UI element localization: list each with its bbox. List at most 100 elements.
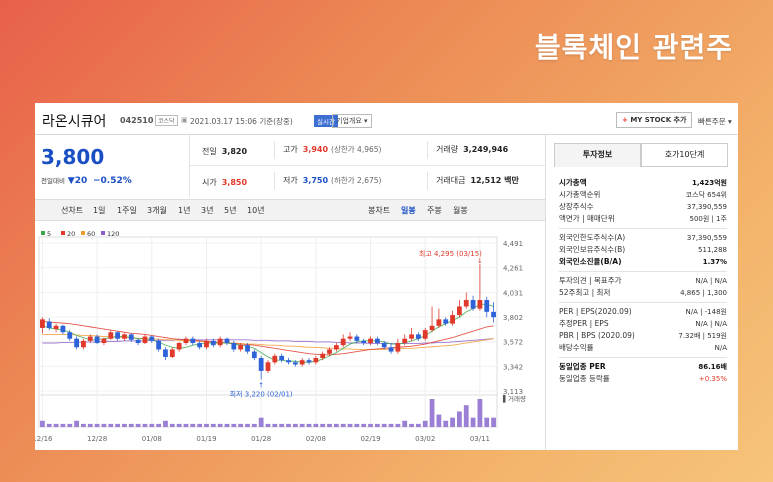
info-row: 추정PER | EPS N/A | N/A xyxy=(559,318,727,330)
min-price-label: 최저 3,220 (02/01) xyxy=(230,390,293,399)
company-info-button[interactable]: 기업개요 ▾ xyxy=(332,114,372,128)
volume-bar xyxy=(340,423,346,427)
period-1w[interactable]: 1주일 xyxy=(117,205,137,216)
candle-body xyxy=(368,338,373,343)
volume-bar xyxy=(183,423,189,427)
candle-body xyxy=(443,319,449,324)
candle-body xyxy=(484,300,490,312)
volume-bar xyxy=(217,423,223,427)
candle-body xyxy=(333,345,339,350)
type-candle[interactable]: 봉차트 xyxy=(368,205,390,216)
info-row: 외국인소진율(B/A) 1.37% xyxy=(559,256,727,268)
candle-body xyxy=(327,349,332,354)
candle-body xyxy=(245,345,250,352)
volume-bar xyxy=(327,423,332,427)
candle-body xyxy=(265,362,271,371)
volume-bar xyxy=(450,417,455,427)
quick-order-button[interactable]: 빠른주문 ▾ xyxy=(698,116,732,127)
candle-body xyxy=(53,325,59,330)
candle-body xyxy=(156,340,162,350)
candle-body xyxy=(402,338,408,343)
volume-bar xyxy=(265,423,271,427)
info-divider xyxy=(559,228,727,229)
candle-body xyxy=(142,336,148,343)
candle-body xyxy=(279,355,285,361)
info-row: 액면가 | 매매단위 500원 | 1주 xyxy=(559,213,727,225)
legend-swatch xyxy=(61,231,65,235)
type-monthly[interactable]: 월봉 xyxy=(453,205,468,216)
info-key: PER | EPS(2020.09) xyxy=(559,307,632,316)
volume-bar xyxy=(94,423,100,427)
volume-bar xyxy=(245,423,250,427)
candle-body xyxy=(457,306,462,316)
chart-svg[interactable]: 12/16 12/28 01/08 01/19 01/28 02/08 02/19 03/02… xyxy=(32,230,545,450)
volume-bar xyxy=(81,423,86,427)
info-row: 52주최고 | 최저 4,865 | 1,300 xyxy=(559,287,727,299)
x-tick-label: 01/28 xyxy=(251,435,271,443)
mystock-add-button[interactable]: + MY STOCK 추가 xyxy=(616,112,693,128)
change-label: 전일대비 xyxy=(41,177,65,185)
type-daily[interactable]: 일봉 xyxy=(401,205,416,216)
candle-body xyxy=(354,336,360,341)
info-divider xyxy=(559,357,727,358)
period-5y[interactable]: 5년 xyxy=(224,205,236,216)
legend-label: 60 xyxy=(87,231,95,238)
candle-body xyxy=(272,355,278,363)
investment-info-pane: 투자정보 호가10단계 시가총액 1,423억원 시가총액순위 코스닥 654위 상장주… xyxy=(545,135,738,450)
period-1y[interactable]: 1년 xyxy=(178,205,190,216)
period-bar: 선차트 1일 1주일 3개월 1년 3년 5년 10년 봉차트 일봉 주봉 월봉 xyxy=(35,199,545,221)
high-label: 고가 xyxy=(283,145,298,154)
upper-limit: (상한가 4,965) xyxy=(331,145,382,154)
volume-bar xyxy=(429,399,435,427)
period-3m[interactable]: 3개월 xyxy=(147,205,167,216)
tab-orderbook[interactable]: 호가10단계 xyxy=(641,143,728,167)
volume-bar xyxy=(115,423,121,427)
info-divider xyxy=(559,302,727,303)
high-value: 3,940 xyxy=(302,145,329,154)
candle-body xyxy=(67,332,73,339)
period-1d[interactable]: 1일 xyxy=(93,205,105,216)
volume-bar xyxy=(354,423,360,427)
info-row: 동일업종 PER 86.16배 xyxy=(559,361,727,373)
info-row: 시가총액 1,423억원 xyxy=(559,177,727,189)
candle-body xyxy=(470,300,476,309)
volume-bar xyxy=(251,423,257,427)
volume-bar xyxy=(415,423,421,427)
volume-bar xyxy=(361,423,367,427)
low-label: 저가 xyxy=(283,176,298,185)
prev-close-value: 3,820 xyxy=(221,147,248,156)
info-row: 외국인한도주식수(A) 37,390,559 xyxy=(559,232,727,244)
quote-row-1: 전일 3,820 고가 3,940 (상한가 4,965) 거래량 3,249,946 xyxy=(190,135,545,166)
volume-bar xyxy=(381,423,387,427)
info-value: N/A | N/A xyxy=(695,277,727,285)
info-key: 배당수익률 xyxy=(559,343,594,352)
x-tick-label: 01/19 xyxy=(196,435,216,443)
info-row: 배당수익률 N/A xyxy=(559,342,727,354)
volume-bar xyxy=(457,411,462,427)
info-list: 시가총액 1,423억원 시가총액순위 코스닥 654위 상장주식수 37,390,559… xyxy=(559,177,727,385)
x-tick-label: 12/16 xyxy=(35,435,53,443)
candle-body xyxy=(101,338,107,343)
period-10y[interactable]: 10년 xyxy=(247,205,265,216)
x-tick-label: 02/19 xyxy=(360,435,380,443)
info-tabs: 투자정보 호가10단계 xyxy=(554,143,729,167)
info-value: 511,288 xyxy=(698,246,727,254)
amount-value: 12,512 백만 xyxy=(470,176,519,185)
period-3y[interactable]: 3년 xyxy=(201,205,213,216)
price-chart[interactable]: 12/16 12/28 01/08 01/19 01/28 02/08 02/19 03/02… xyxy=(32,230,545,450)
candle-body xyxy=(436,319,442,326)
tab-investment-info[interactable]: 투자정보 xyxy=(554,143,641,167)
mystock-label: MY STOCK 추가 xyxy=(630,116,687,124)
period-line-chart[interactable]: 선차트 xyxy=(61,205,83,216)
type-weekly[interactable]: 주봉 xyxy=(427,205,442,216)
info-key: 시가총액순위 xyxy=(559,190,601,199)
candle-body xyxy=(258,358,264,371)
volume-bar xyxy=(374,423,380,427)
legend-swatch xyxy=(101,231,105,235)
legend-swatch xyxy=(81,231,85,235)
info-value: N/A | -148원 xyxy=(685,308,727,316)
candle-body xyxy=(115,332,121,339)
stock-name[interactable]: 라온시큐어 xyxy=(42,111,106,131)
volume-bar xyxy=(169,423,175,427)
min-arrow: ↑ xyxy=(258,382,264,390)
